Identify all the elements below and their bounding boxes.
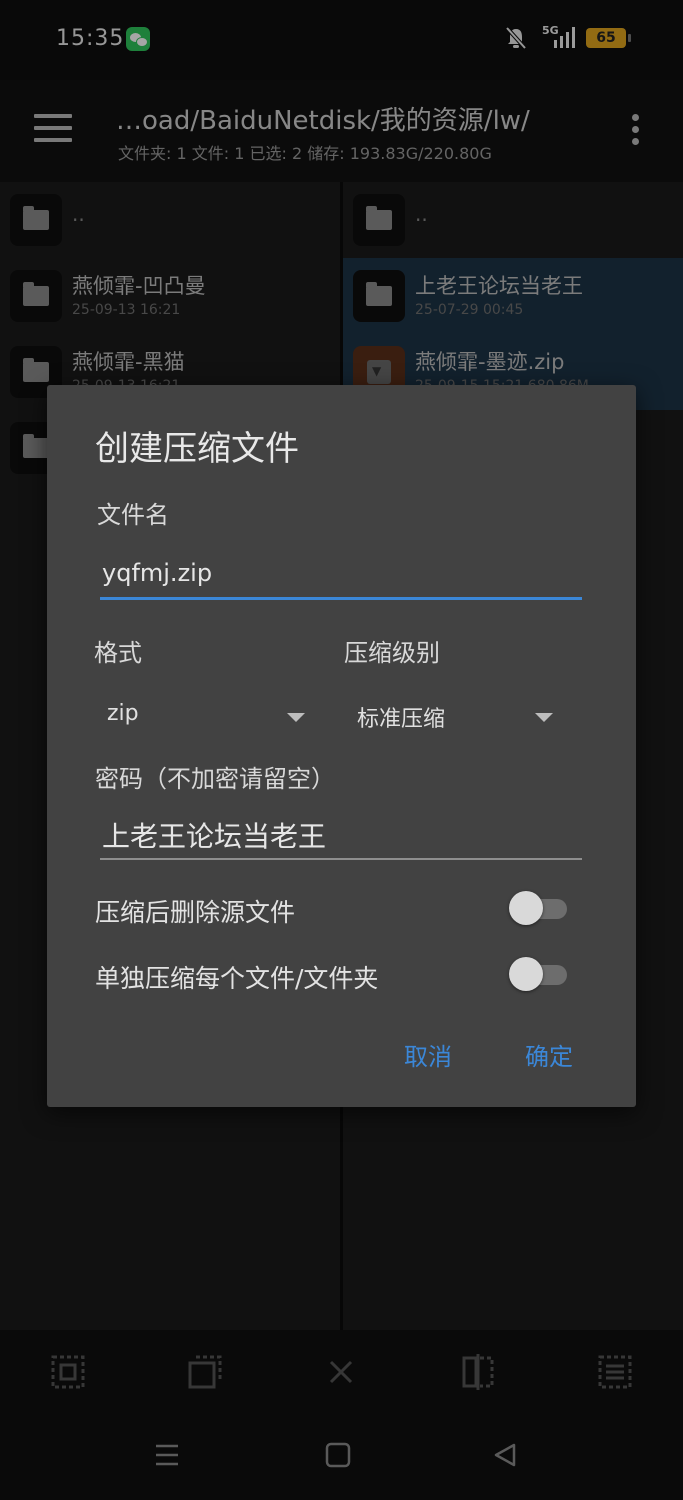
chevron-down-icon — [535, 713, 553, 722]
delete-source-row: 压缩后删除源文件 — [95, 887, 575, 931]
separate-archive-row: 单独压缩每个文件/文件夹 — [95, 953, 575, 997]
delete-source-toggle[interactable] — [509, 891, 567, 925]
password-label: 密码（不加密请留空） — [95, 765, 335, 793]
compression-level-select[interactable]: 标准压缩 — [357, 693, 557, 737]
filename-underline — [100, 597, 582, 600]
chevron-down-icon — [287, 713, 305, 722]
filename-input[interactable] — [100, 549, 582, 597]
compression-level-label: 压缩级别 — [344, 639, 440, 667]
password-underline — [100, 858, 582, 860]
ok-button[interactable]: 确定 — [525, 1037, 573, 1072]
separate-archive-toggle[interactable] — [509, 957, 567, 991]
cancel-button[interactable]: 取消 — [404, 1037, 452, 1072]
format-select[interactable]: zip — [107, 693, 307, 737]
compression-level-value: 标准压缩 — [357, 707, 446, 732]
dialog-title: 创建压缩文件 — [95, 429, 299, 469]
format-label: 格式 — [94, 639, 142, 667]
filename-label: 文件名 — [97, 501, 169, 529]
separate-archive-label: 单独压缩每个文件/文件夹 — [95, 964, 379, 993]
format-value: zip — [107, 701, 139, 726]
delete-source-label: 压缩后删除源文件 — [95, 898, 296, 927]
password-input[interactable] — [100, 811, 582, 859]
create-archive-dialog: 创建压缩文件 文件名 格式 压缩级别 zip 标准压缩 密码（不加密请留空） 压… — [47, 385, 636, 1107]
